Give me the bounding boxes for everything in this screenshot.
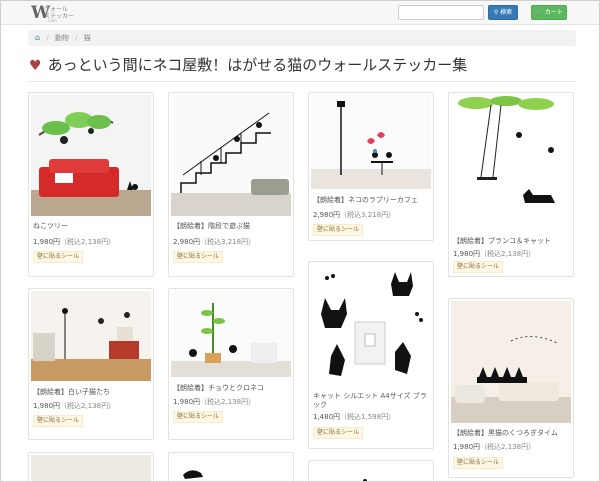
- product-image-cat-stairs[interactable]: [171, 95, 291, 216]
- product-card[interactable]: 【朗絵着】チョウとクロネコ 1,980円（税込2,138円） 壁に貼るシール: [168, 288, 294, 440]
- breadcrumb-separator: /: [75, 34, 78, 42]
- product-price: 1,980円（税込2,138円）: [33, 402, 115, 411]
- price-tax: （税込2,138円）: [60, 238, 116, 246]
- product-image-butterfly-cat[interactable]: [171, 291, 291, 377]
- product-image-swing-cat[interactable]: [451, 95, 571, 234]
- price-value: 1,980円: [33, 402, 61, 410]
- logo-line1: ウォール: [44, 6, 69, 13]
- product-image-partial[interactable]: [311, 463, 431, 481]
- page-title: ♥ あっという間にネコ屋敷！はがせる猫のウォールステッカー集: [29, 56, 467, 75]
- product-name[interactable]: ねこツリー: [33, 222, 149, 231]
- product-image-black-cats-relax[interactable]: [451, 301, 571, 423]
- breadcrumb: ⌂ / 動物 / 猫: [28, 30, 576, 46]
- page-title-text: あっという間にネコ屋敷！はがせる猫のウォールステッカー集: [47, 56, 468, 74]
- price-tax: （税込3,218円）: [340, 211, 396, 219]
- product-card[interactable]: [168, 452, 294, 481]
- price-value: 1,980円: [453, 250, 481, 258]
- category-tag[interactable]: 壁に貼るシール: [33, 415, 84, 427]
- category-tag[interactable]: 壁に貼るシール: [313, 427, 364, 439]
- product-image-cat-cafe[interactable]: [311, 95, 431, 189]
- category-tag[interactable]: 壁に貼るシール: [453, 457, 504, 469]
- breadcrumb-separator: /: [46, 34, 49, 42]
- category-tag[interactable]: 壁に貼るシール: [453, 261, 504, 273]
- product-card[interactable]: 【朗絵着】黒猫のくつろぎタイム 1,980円（税込2,138円） 壁に貼るシール: [448, 298, 574, 478]
- cart-button-label: カート: [544, 9, 563, 16]
- search-button[interactable]: ⚲ 検索: [488, 5, 518, 20]
- product-price: 1,480円（税込1,598円）: [313, 413, 395, 422]
- price-tax: （税込2,138円）: [60, 402, 116, 410]
- price-tax: （税込2,138円）: [480, 443, 536, 451]
- product-price: 1,980円（税込2,138円）: [453, 250, 535, 259]
- product-name[interactable]: 【朗絵着】黒猫のくつろぎタイム: [453, 429, 569, 438]
- price-value: 1,980円: [33, 238, 61, 246]
- category-tag[interactable]: 壁に貼るシール: [33, 251, 84, 263]
- product-name[interactable]: 【朗絵着】階段で遊ぶ猫: [173, 222, 289, 231]
- price-tax: （税込2,138円）: [480, 250, 536, 258]
- product-card[interactable]: 【朗絵着】白い子猫たち 1,980円（税込2,138円） 壁に貼るシール: [28, 288, 154, 440]
- cart-icon: 🛒: [535, 9, 543, 16]
- product-image-cat-tree[interactable]: [31, 95, 151, 216]
- product-image-partial[interactable]: [171, 455, 291, 481]
- search-icon: ⚲: [493, 9, 499, 16]
- cart-button[interactable]: 🛒 カート: [531, 5, 567, 20]
- home-icon[interactable]: ⌂: [35, 33, 40, 42]
- product-price: 2,980円（税込3,218円）: [173, 238, 255, 247]
- category-tag[interactable]: 壁に貼るシール: [173, 411, 224, 423]
- product-name[interactable]: 【朗絵着】白い子猫たち: [33, 388, 149, 397]
- product-card[interactable]: ねこツリー 1,980円（税込2,138円） 壁に貼るシール: [28, 92, 154, 277]
- logo-line3: .com: [47, 18, 57, 23]
- category-tag[interactable]: 壁に貼るシール: [173, 251, 224, 263]
- product-price: 1,980円（税込2,138円）: [173, 398, 255, 407]
- product-price: 1,980円（税込2,138円）: [33, 238, 115, 247]
- breadcrumb-item-animals[interactable]: 動物: [55, 34, 69, 42]
- product-price: 2,980円（税込3,218円）: [313, 211, 395, 220]
- product-image-white-kittens[interactable]: [31, 291, 151, 381]
- page-frame: W ウォール ステッカー .com ⚲ 検索 🛒 カート ⌂ / 動物 / 猫 …: [0, 0, 600, 482]
- site-logo[interactable]: W ウォール ステッカー .com: [31, 4, 75, 23]
- category-tag[interactable]: 壁に貼るシール: [313, 224, 364, 236]
- product-card[interactable]: [28, 452, 154, 481]
- breadcrumb-item-cat: 猫: [83, 34, 91, 42]
- product-card[interactable]: 【朗絵着】階段で遊ぶ猫 2,980円（税込3,218円） 壁に貼るシール: [168, 92, 294, 277]
- product-image-cat-silhouette[interactable]: [311, 264, 431, 388]
- price-value: 1,980円: [453, 443, 481, 451]
- price-value: 2,980円: [313, 211, 341, 219]
- price-tax: （税込1,598円）: [340, 413, 396, 421]
- search-button-label: 検索: [500, 9, 513, 16]
- price-value: 2,980円: [173, 238, 201, 246]
- price-value: 1,980円: [173, 398, 201, 406]
- product-image-partial[interactable]: [31, 455, 151, 481]
- product-card[interactable]: [308, 460, 434, 481]
- product-card[interactable]: キャット シルエット A4サイズ ブラック 1,480円（税込1,598円） 壁…: [308, 261, 434, 449]
- price-value: 1,480円: [313, 413, 341, 421]
- product-name[interactable]: 【朗絵着】チョウとクロネコ: [173, 384, 289, 393]
- heart-icon: ♥: [29, 58, 42, 74]
- product-name[interactable]: キャット シルエット A4サイズ ブラック: [313, 392, 429, 410]
- product-price: 1,980円（税込2,138円）: [453, 443, 535, 452]
- title-divider: [28, 81, 576, 82]
- product-name[interactable]: 【朗絵着】ブランコ＆キャット: [453, 237, 569, 246]
- search-input[interactable]: [398, 5, 484, 20]
- price-tax: （税込3,218円）: [200, 238, 256, 246]
- product-card[interactable]: 【朗絵着】ネコのラブリーカフェ 2,980円（税込3,218円） 壁に貼るシール: [308, 92, 434, 241]
- site-header: W ウォール ステッカー .com ⚲ 検索 🛒 カート: [1, 1, 599, 25]
- product-name[interactable]: 【朗絵着】ネコのラブリーカフェ: [313, 196, 429, 205]
- price-tax: （税込2,138円）: [200, 398, 256, 406]
- product-card[interactable]: 【朗絵着】ブランコ＆キャット 1,980円（税込2,138円） 壁に貼るシール: [448, 92, 574, 277]
